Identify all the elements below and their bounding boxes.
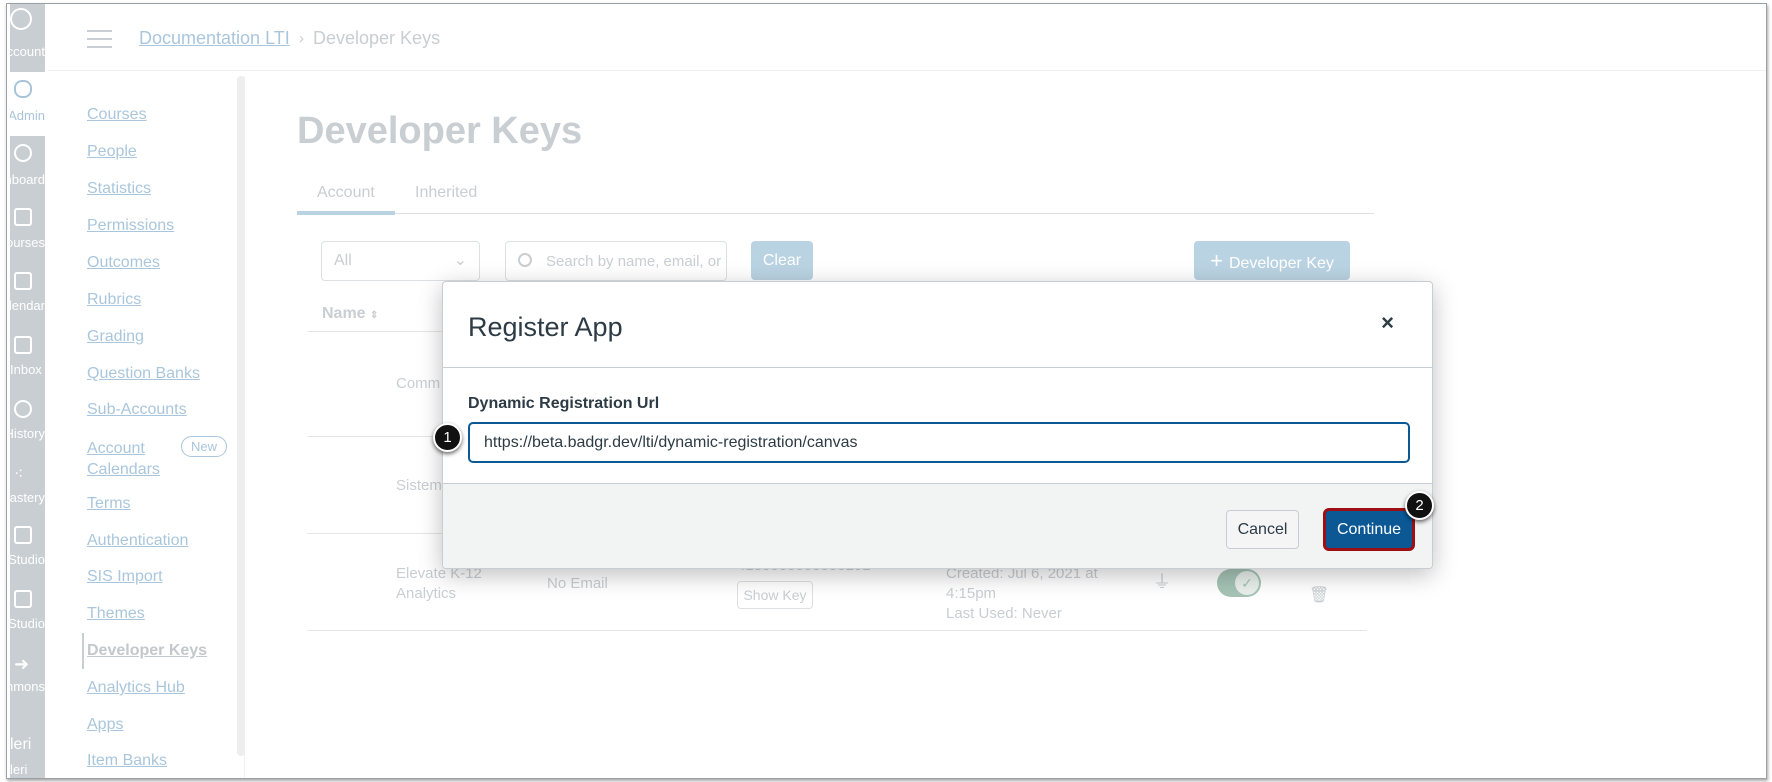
- row-email: No Email: [547, 575, 608, 592]
- tab-inherited[interactable]: Inherited: [415, 184, 477, 202]
- callout-badge-2: 2: [1405, 491, 1434, 520]
- tab-account[interactable]: Account: [317, 184, 375, 202]
- nav-authentication[interactable]: Authentication: [87, 532, 188, 550]
- active-indicator: [82, 633, 84, 669]
- filter-value: All: [334, 252, 352, 269]
- nav-question-banks[interactable]: Question Banks: [87, 365, 200, 383]
- global-nav-mastery[interactable]: Mastery: [10, 490, 45, 505]
- nav-statistics[interactable]: Statistics: [87, 180, 151, 198]
- nav-people[interactable]: People: [87, 143, 137, 161]
- register-app-modal: Register App × Dynamic Registration Url …: [442, 281, 1433, 569]
- callout-badge-1: 1: [433, 423, 462, 452]
- breadcrumb-separator: ›: [299, 30, 304, 47]
- continue-button[interactable]: Continue: [1323, 508, 1415, 551]
- inbox-icon: [14, 336, 32, 354]
- nav-grading[interactable]: Grading: [87, 328, 144, 346]
- close-icon[interactable]: ×: [1381, 310, 1394, 336]
- nav-permissions[interactable]: Permissions: [87, 217, 174, 235]
- modal-header-divider: [443, 367, 1432, 368]
- nav-item-banks[interactable]: Item Banks: [87, 752, 167, 770]
- global-nav-admin[interactable]: Admin: [10, 108, 45, 123]
- dynamic-registration-url-label: Dynamic Registration Url: [468, 395, 660, 412]
- cancel-button[interactable]: Cancel: [1226, 510, 1299, 549]
- dynamic-registration-url-input[interactable]: https://beta.badgr.dev/lti/dynamic-regis…: [468, 422, 1410, 463]
- header-divider: [47, 70, 1766, 71]
- nav-outcomes[interactable]: Outcomes: [87, 254, 160, 272]
- nav-terms[interactable]: Terms: [87, 495, 131, 513]
- check-icon: ✓: [1235, 571, 1259, 595]
- nav-sub-accounts[interactable]: Sub-Accounts: [87, 401, 187, 419]
- global-nav-commons[interactable]: Commons: [10, 679, 45, 694]
- breadcrumb-parent[interactable]: Documentation LTI: [139, 28, 290, 49]
- modal-footer: Cancel Continue: [443, 483, 1432, 568]
- search-icon: [518, 253, 532, 267]
- courses-icon: [14, 208, 32, 226]
- global-nav-history[interactable]: History: [10, 426, 45, 441]
- global-nav-studio-2[interactable]: Studio: [10, 616, 45, 631]
- nav-account-calendars[interactable]: Account Calendars: [87, 438, 167, 480]
- course-nav-scrollbar[interactable]: [237, 76, 245, 756]
- row-divider: [307, 630, 1367, 631]
- tabs-divider: [297, 213, 1374, 214]
- nav-rubrics[interactable]: Rubrics: [87, 291, 141, 309]
- chevron-down-icon: ⌄: [453, 252, 467, 269]
- page-title: Developer Keys: [297, 110, 583, 152]
- name-column-header[interactable]: Name ⇕: [322, 305, 378, 323]
- history-icon: [14, 400, 32, 418]
- modal-title: Register App: [468, 312, 623, 342]
- name-header-label: Name: [322, 305, 366, 322]
- plug-icon[interactable]: ⏚: [1153, 572, 1171, 592]
- global-nav: Account Admin Dashboard Courses Calendar…: [10, 4, 45, 778]
- plus-icon: +: [1210, 248, 1223, 273]
- screenshot-frame: Account Admin Dashboard Courses Calendar…: [6, 3, 1767, 779]
- global-nav-gallery-2[interactable]: leri: [10, 762, 45, 777]
- row-name: Comm: [396, 375, 441, 392]
- global-nav-account[interactable]: Account: [10, 44, 45, 59]
- search-placeholder: Search by name, email, or ID: [546, 253, 727, 270]
- global-nav-courses[interactable]: Courses: [10, 235, 45, 250]
- nav-apps[interactable]: Apps: [87, 716, 123, 734]
- calendar-icon: [14, 272, 32, 290]
- trash-icon[interactable]: 🗑: [1309, 586, 1329, 606]
- search-input[interactable]: Search by name, email, or ID: [505, 241, 727, 281]
- global-nav-gallery[interactable]: leri: [10, 736, 45, 754]
- row-created-line2: 4:15pm: [946, 585, 997, 602]
- add-developer-key-button[interactable]: + Developer Key: [1194, 241, 1350, 280]
- new-badge: New: [181, 436, 228, 457]
- hamburger-menu-icon[interactable]: [87, 30, 112, 54]
- account-icon: [10, 8, 32, 30]
- row-last-used: Last Used: Never: [946, 605, 1062, 622]
- global-nav-inbox[interactable]: Inbox: [10, 362, 45, 377]
- dashboard-icon: [14, 144, 32, 162]
- studio-icon-2: [14, 590, 32, 608]
- row-name-line2: Analytics: [396, 585, 457, 602]
- nav-analytics-hub[interactable]: Analytics Hub: [87, 679, 185, 697]
- filter-select[interactable]: All ⌄: [321, 241, 480, 281]
- global-nav-dashboard[interactable]: Dashboard: [10, 172, 45, 187]
- nav-sis-import[interactable]: SIS Import: [87, 568, 163, 586]
- nav-developer-keys[interactable]: Developer Keys: [87, 642, 207, 660]
- global-nav-studio[interactable]: Studio: [10, 552, 45, 567]
- commons-icon: ➜: [14, 654, 30, 674]
- show-key-button[interactable]: Show Key: [737, 581, 813, 609]
- studio-icon: [14, 526, 32, 544]
- breadcrumb-current: Developer Keys: [313, 28, 441, 48]
- nav-courses[interactable]: Courses: [87, 106, 147, 124]
- course-nav: Courses People Statistics Permissions Ou…: [49, 76, 245, 778]
- add-developer-key-label: Developer Key: [1228, 255, 1334, 272]
- clear-button[interactable]: Clear: [751, 241, 813, 280]
- sort-icon: ⇕: [370, 310, 379, 321]
- nav-themes[interactable]: Themes: [87, 605, 145, 623]
- row-name: Sistem: [396, 477, 442, 494]
- key-state-toggle[interactable]: ✓: [1217, 569, 1261, 597]
- global-nav-calendar[interactable]: Calendar: [10, 298, 45, 313]
- mastery-icon: ⁖: [14, 466, 24, 483]
- admin-icon: [14, 80, 32, 98]
- active-tab-underline: [297, 211, 395, 215]
